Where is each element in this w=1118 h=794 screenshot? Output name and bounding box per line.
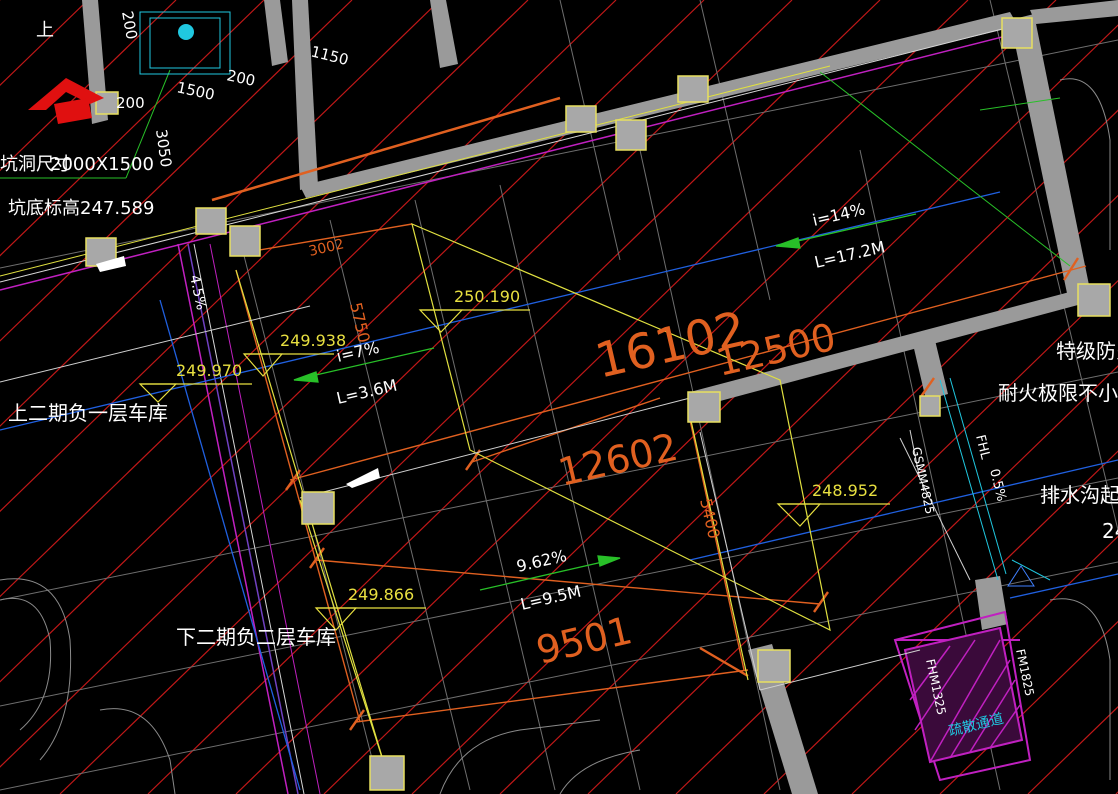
- dim-12602: 12602: [554, 425, 682, 495]
- dim-3002: 3002: [307, 236, 345, 260]
- slope-4-5: 4.5%: [186, 274, 209, 312]
- dim-3050: 3050: [152, 128, 175, 168]
- structural-column: [565, 105, 597, 133]
- ramp-marker-icon: [346, 468, 380, 488]
- structural-column: [195, 207, 227, 235]
- cyan-node-icon: [178, 24, 194, 40]
- fire-limit-label: 耐火极限不小于: [998, 381, 1118, 405]
- door-tag-c: FM1825: [1013, 648, 1037, 698]
- structural-column: [687, 391, 721, 423]
- elevation-24-label: 24: [1102, 519, 1118, 543]
- lower-garage-label: 下二期负二层车库: [176, 625, 336, 649]
- slope-small: 0.5%: [986, 467, 1009, 503]
- structural-column: [369, 755, 405, 791]
- dim-200-left: 200: [116, 94, 145, 112]
- dim-5750: 5750: [346, 301, 374, 345]
- structural-column: [229, 225, 261, 257]
- pit-size-value: 2000X1500: [50, 154, 154, 175]
- structural-column: [677, 75, 709, 103]
- dim-1150: 1150: [309, 42, 350, 69]
- structural-column: [615, 119, 647, 151]
- slope-length-1: L=17.2M: [813, 237, 887, 272]
- elevation-250-190: 250.190: [454, 287, 520, 306]
- structural-column: [301, 491, 335, 525]
- structural-column: [919, 395, 941, 417]
- drain-start-label: 排水沟起点: [1040, 483, 1118, 507]
- pit-bottom-label: 坑底标高247.589: [8, 198, 154, 219]
- dim-200-top: 200: [118, 10, 141, 41]
- dim-200-mid: 200: [225, 66, 257, 90]
- hatched-stair-room: [903, 626, 1024, 764]
- elevation-249-970: 249.970: [176, 361, 242, 380]
- slope-length-3: L=9.5M: [519, 582, 583, 614]
- fire-class-label: 特级防火: [1056, 339, 1118, 363]
- upper-garage-label: 上二期负一层车库: [8, 401, 168, 425]
- structural-column: [757, 649, 791, 683]
- elevation-248-952: 248.952: [812, 481, 878, 500]
- structural-column: [95, 91, 119, 115]
- structural-column: [1001, 17, 1033, 49]
- top-mark-label: 上: [36, 20, 54, 41]
- slope-length-2: L=3.6M: [335, 376, 399, 408]
- structural-column: [1077, 283, 1111, 317]
- dim-1500: 1500: [175, 78, 216, 104]
- cad-drawing-canvas[interactable]: 16102 12500 12602 9501 5400 5750 3002 20…: [0, 0, 1118, 794]
- fhl-label: FHL: [972, 433, 993, 461]
- elevation-249-866: 249.866: [348, 585, 414, 604]
- dim-5400: 5400: [696, 497, 724, 541]
